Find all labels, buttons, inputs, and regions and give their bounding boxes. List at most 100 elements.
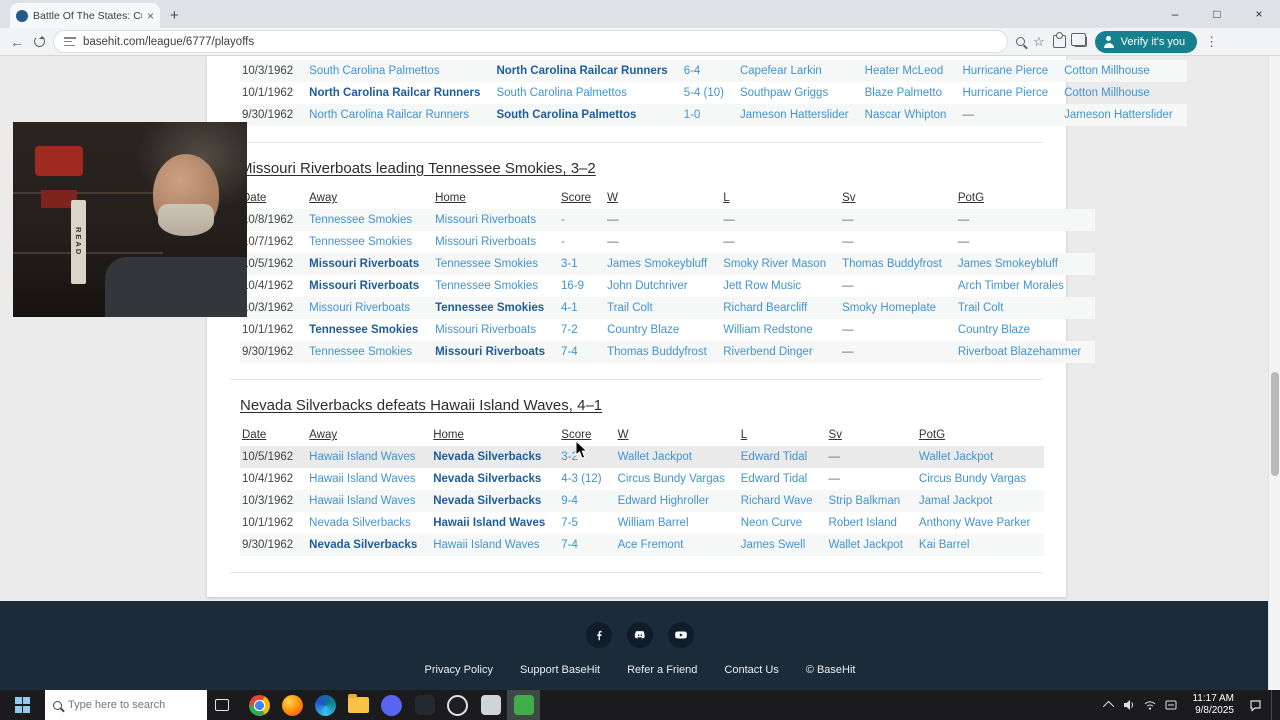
facebook-icon[interactable] xyxy=(586,622,612,648)
verify-profile-button[interactable]: Verify it's you xyxy=(1094,30,1198,53)
scrollbar-thumb[interactable] xyxy=(1270,372,1279,476)
task-view-button[interactable] xyxy=(207,690,237,720)
tab-close-icon[interactable]: × xyxy=(147,9,154,23)
player-link-sv[interactable]: Hurricane Pierce xyxy=(962,65,1048,77)
column-header-score[interactable]: Score xyxy=(559,187,605,209)
footer-link-support[interactable]: Support BaseHit xyxy=(520,664,600,676)
player-link-potg[interactable]: Kai Barrel xyxy=(919,539,970,551)
game-score-link[interactable]: 3-2 xyxy=(561,451,578,463)
column-header-potg[interactable]: PotG xyxy=(956,187,1095,209)
player-link-w[interactable]: Ace Fremont xyxy=(618,539,684,551)
away-team-link[interactable]: North Carolina Railcar Runners xyxy=(309,109,469,121)
away-team-link[interactable]: Nevada Silverbacks xyxy=(309,517,411,529)
new-tab-button[interactable]: + xyxy=(170,4,179,28)
column-header-l[interactable]: L xyxy=(721,187,840,209)
away-team-link[interactable]: Missouri Riverboats xyxy=(309,280,419,292)
column-header-sv[interactable]: Sv xyxy=(840,187,956,209)
player-link-potg[interactable]: Circus Bundy Vargas xyxy=(919,473,1026,485)
player-link-potg[interactable]: Arch Timber Morales xyxy=(958,280,1064,292)
player-link-l[interactable]: James Swell xyxy=(741,539,806,551)
column-header-l[interactable]: L xyxy=(739,424,827,446)
away-team-link[interactable]: Tennessee Smokies xyxy=(309,236,412,248)
scrollbar[interactable] xyxy=(1268,56,1280,690)
home-team-link[interactable]: South Carolina Palmettos xyxy=(496,87,626,99)
player-link-sv[interactable]: Smoky Homeplate xyxy=(842,302,936,314)
show-desktop-button[interactable] xyxy=(1271,690,1276,720)
search-input[interactable] xyxy=(68,699,186,711)
youtube-icon[interactable] xyxy=(668,622,694,648)
player-link-potg[interactable]: Cotton Millhouse xyxy=(1064,87,1150,99)
column-header-potg[interactable]: PotG xyxy=(917,424,1044,446)
player-link-potg[interactable]: Anthony Wave Parker xyxy=(919,517,1030,529)
extensions-icon[interactable] xyxy=(1052,32,1066,48)
game-score-link[interactable]: 7-4 xyxy=(561,539,578,551)
column-header-w[interactable]: W xyxy=(616,424,739,446)
taskbar-app-active[interactable] xyxy=(507,690,540,720)
player-link-w[interactable]: Jameson Hatterslider xyxy=(740,109,849,121)
column-header-away[interactable]: Away xyxy=(307,424,431,446)
player-link-sv[interactable]: Hurricane Pierce xyxy=(962,87,1048,99)
game-score-link[interactable]: 6-4 xyxy=(684,65,701,77)
player-link-l[interactable]: Richard Bearcliff xyxy=(723,302,807,314)
player-link-w[interactable]: Wallet Jackpot xyxy=(618,451,692,463)
player-link-w[interactable]: Country Blaze xyxy=(607,324,679,336)
player-link-potg[interactable]: Jameson Hatterslider xyxy=(1064,109,1173,121)
home-team-link[interactable]: South Carolina Palmettos xyxy=(496,109,636,121)
game-score-link[interactable]: 16-9 xyxy=(561,280,584,292)
player-link-potg[interactable]: Country Blaze xyxy=(958,324,1030,336)
network-icon[interactable] xyxy=(1144,699,1156,711)
game-score-link[interactable]: - xyxy=(561,236,565,248)
action-center-icon[interactable] xyxy=(1249,699,1262,712)
bookmark-star-icon[interactable]: ☆ xyxy=(1033,34,1045,50)
away-team-link[interactable]: Hawaii Island Waves xyxy=(309,473,415,485)
away-team-link[interactable]: South Carolina Palmettos xyxy=(309,65,439,77)
player-link-l[interactable]: William Redstone xyxy=(723,324,812,336)
player-link-w[interactable]: James Smokeybluff xyxy=(607,258,707,270)
zoom-icon[interactable] xyxy=(1016,37,1025,46)
minimize-icon[interactable]: – xyxy=(1154,0,1196,28)
browser-menu-icon[interactable]: ⋮ xyxy=(1205,34,1218,50)
taskbar-clock[interactable]: 11:17 AM 9/8/2025 xyxy=(1186,693,1240,717)
site-info-icon[interactable] xyxy=(64,37,76,46)
start-button[interactable] xyxy=(0,690,45,720)
player-link-l[interactable]: Jett Row Music xyxy=(723,280,801,292)
game-score-link[interactable]: 4-1 xyxy=(561,302,578,314)
player-link-sv[interactable]: Robert Island xyxy=(829,517,897,529)
taskbar-app-chrome[interactable] xyxy=(243,690,276,720)
player-link-w[interactable]: Thomas Buddyfrost xyxy=(607,346,707,358)
player-link-potg[interactable]: Trail Colt xyxy=(958,302,1004,314)
column-header-date[interactable]: Date xyxy=(240,424,307,446)
player-link-w[interactable]: Trail Colt xyxy=(607,302,653,314)
home-team-link[interactable]: Tennessee Smokies xyxy=(435,258,538,270)
column-header-home[interactable]: Home xyxy=(433,187,559,209)
home-team-link[interactable]: Missouri Riverboats xyxy=(435,324,536,336)
game-score-link[interactable]: 7-2 xyxy=(561,324,578,336)
player-link-l[interactable]: Neon Curve xyxy=(741,517,802,529)
game-score-link[interactable]: 7-5 xyxy=(561,517,578,529)
player-link-l[interactable]: Nascar Whipton xyxy=(865,109,947,121)
player-link-w[interactable]: Capefear Larkin xyxy=(740,65,822,77)
player-link-l[interactable]: Richard Wave xyxy=(741,495,813,507)
away-team-link[interactable]: Hawaii Island Waves xyxy=(309,495,415,507)
player-link-l[interactable]: Heater McLeod xyxy=(865,65,944,77)
column-header-away[interactable]: Away xyxy=(307,187,433,209)
taskbar-app-edge[interactable] xyxy=(309,690,342,720)
away-team-link[interactable]: North Carolina Railcar Runners xyxy=(309,87,480,99)
taskbar-app-firefox[interactable] xyxy=(276,690,309,720)
player-link-w[interactable]: Circus Bundy Vargas xyxy=(618,473,725,485)
taskbar-app-utility[interactable] xyxy=(474,690,507,720)
away-team-link[interactable]: Tennessee Smokies xyxy=(309,346,412,358)
away-team-link[interactable]: Tennessee Smokies xyxy=(309,324,418,336)
away-team-link[interactable]: Tennessee Smokies xyxy=(309,214,412,226)
footer-link-refer[interactable]: Refer a Friend xyxy=(627,664,697,676)
home-team-link[interactable]: Hawaii Island Waves xyxy=(433,539,539,551)
back-icon[interactable]: ← xyxy=(8,34,26,50)
away-team-link[interactable]: Missouri Riverboats xyxy=(309,258,419,270)
refresh-icon[interactable] xyxy=(34,36,45,47)
player-link-potg[interactable]: Cotton Millhouse xyxy=(1064,65,1150,77)
home-team-link[interactable]: Missouri Riverboats xyxy=(435,346,545,358)
taskbar-app-file-explorer[interactable] xyxy=(342,690,375,720)
maximize-icon[interactable]: □ xyxy=(1196,0,1238,28)
footer-link-contact[interactable]: Contact Us xyxy=(724,664,778,676)
series-title[interactable]: Nevada Silverbacks defeats Hawaii Island… xyxy=(240,397,1033,414)
